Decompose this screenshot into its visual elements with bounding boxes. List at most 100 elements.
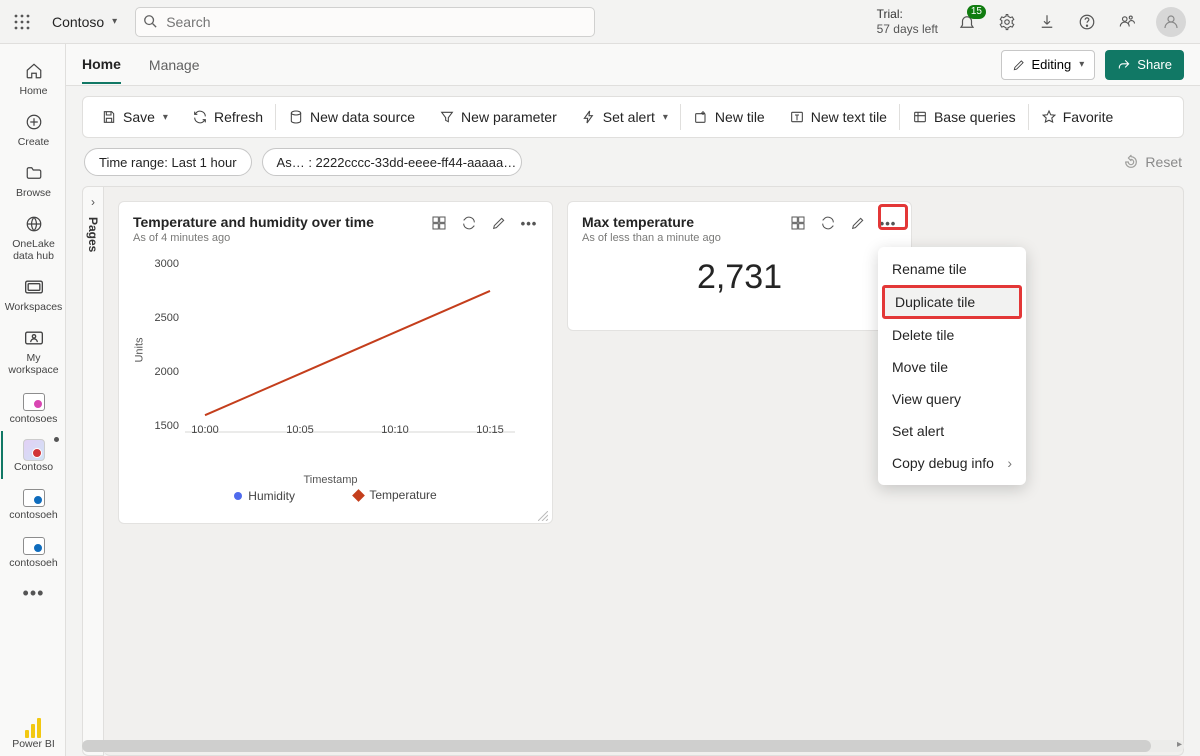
tab-home[interactable]: Home (82, 46, 121, 84)
y-tick: 3000 (149, 258, 179, 270)
ellipsis-icon: ••• (23, 583, 45, 604)
download-icon[interactable] (1036, 11, 1058, 33)
user-avatar[interactable] (1156, 7, 1186, 37)
resize-handle-icon[interactable] (538, 509, 548, 519)
edit-tile-icon[interactable] (849, 214, 867, 232)
rail-workspaces[interactable]: Workspaces (1, 268, 65, 319)
more-tile-icon[interactable]: ••• (520, 214, 538, 232)
rail-contosoeh-2[interactable]: contosoeh (1, 527, 65, 575)
ribbon-tabs: Home Manage Editing ▾ Share (66, 44, 1200, 86)
queries.icon (912, 109, 928, 125)
search-input[interactable] (135, 7, 595, 37)
chevron-down-icon: ▾ (112, 16, 117, 27)
chevron-down-icon: ▾ (663, 112, 668, 123)
ctx-rename-tile[interactable]: Rename tile (878, 253, 1026, 285)
app-launcher-icon[interactable] (10, 10, 34, 34)
rail-my-workspace[interactable]: My workspace (1, 319, 65, 382)
rail-onelake[interactable]: OneLake data hub (1, 205, 65, 268)
ctx-view-query[interactable]: View query (878, 383, 1026, 415)
share-button[interactable]: Share (1105, 50, 1184, 80)
rail-contosoes[interactable]: contosoes (1, 383, 65, 431)
new-parameter-button[interactable]: New parameter (427, 97, 569, 137)
rail-home[interactable]: Home (1, 52, 65, 103)
plot-area: 10:00 10:05 10:10 10:15 (185, 264, 515, 432)
workspace-dropdown[interactable]: Contoso ▾ (44, 10, 125, 34)
y-tick: 2500 (149, 312, 179, 324)
my-workspace-icon (23, 327, 45, 349)
rail-browse[interactable]: Browse (1, 154, 65, 205)
ctx-copy-debug[interactable]: Copy debug info› (878, 447, 1026, 479)
tile-max-temperature[interactable]: Max temperature As of less than a minute… (567, 201, 912, 331)
ctx-delete-tile[interactable]: Delete tile (878, 319, 1026, 351)
kpi-value: 2,731 (582, 244, 897, 297)
folder-icon (23, 162, 45, 184)
dashboard-stage: › Pages Temperature and humidity over ti… (66, 186, 1200, 756)
legend-temperature: Temperature (354, 488, 436, 502)
contosoeh-icon (23, 535, 45, 557)
scrollbar-thumb[interactable] (82, 740, 1151, 752)
header-right: Trial: 57 days left 15 (877, 7, 1190, 37)
share-icon (1117, 58, 1131, 72)
tile-title: Temperature and humidity over time (133, 214, 374, 230)
search-icon (143, 14, 157, 31)
refresh-tile-icon[interactable] (819, 214, 837, 232)
favorite-button[interactable]: Favorite (1029, 97, 1126, 137)
reset-button[interactable]: Reset (1123, 154, 1182, 170)
edit-tile-icon[interactable] (490, 214, 508, 232)
contoso-icon (23, 439, 45, 461)
ctx-duplicate-tile[interactable]: Duplicate tile (882, 285, 1022, 319)
explore-icon[interactable] (789, 214, 807, 232)
y-tick: 1500 (149, 420, 179, 432)
y-tick: 2000 (149, 366, 179, 378)
help-icon[interactable] (1076, 11, 1098, 33)
refresh-button[interactable]: Refresh (180, 97, 275, 137)
legend-humidity: Humidity (234, 489, 295, 503)
tile-subtitle: As of less than a minute ago (582, 232, 721, 244)
star-icon (1041, 109, 1057, 125)
editing-dropdown[interactable]: Editing ▾ (1001, 50, 1096, 80)
refresh-tile-icon[interactable] (460, 214, 478, 232)
contosoes-icon (23, 391, 45, 413)
scroll-right-icon[interactable]: ▸ (1177, 739, 1182, 750)
workspace-name: Contoso (52, 14, 104, 30)
pages-panel-toggle[interactable]: › Pages (82, 186, 104, 756)
horizontal-scrollbar[interactable]: ◂ ▸ (82, 740, 1184, 752)
rail-create[interactable]: Create (1, 103, 65, 154)
set-alert-button[interactable]: Set alert ▾ (569, 97, 680, 137)
base-queries-button[interactable]: Base queries (900, 97, 1028, 137)
rail-power-bi[interactable]: Power BI (1, 708, 65, 756)
filter-icon (439, 109, 455, 125)
new-text-tile-button[interactable]: New text tile (777, 97, 899, 137)
feedback-icon[interactable] (1116, 11, 1138, 33)
unsaved-dot-icon (54, 437, 59, 442)
tab-manage[interactable]: Manage (149, 47, 200, 83)
reset-icon (1123, 154, 1139, 170)
notifications-icon[interactable]: 15 (956, 11, 978, 33)
new-data-source-button[interactable]: New data source (276, 97, 427, 137)
chip-time-range[interactable]: Time range: Last 1 hour (84, 148, 252, 176)
pencil-icon (1012, 58, 1026, 72)
pages-label: Pages (86, 217, 100, 252)
ctx-set-alert[interactable]: Set alert (878, 415, 1026, 447)
rail-more[interactable]: ••• (1, 575, 65, 610)
save-button[interactable]: Save ▾ (89, 97, 180, 137)
tile-title: Max temperature (582, 214, 721, 230)
top-header: Contoso ▾ Trial: 57 days left 15 (0, 0, 1200, 44)
x-tick: 10:00 (191, 424, 219, 436)
more-tile-icon[interactable]: ••• (879, 214, 897, 232)
chip-as-parameter[interactable]: As… : 2222cccc-33dd-eeee-ff44-aaaaa… (262, 148, 522, 176)
chevron-down-icon: ▾ (1079, 59, 1084, 70)
rail-contoso[interactable]: Contoso (1, 431, 65, 479)
tile-temp-humidity[interactable]: Temperature and humidity over time As of… (118, 201, 553, 524)
new-tile-button[interactable]: New tile (681, 97, 777, 137)
dashboard-canvas: Temperature and humidity over time As of… (104, 186, 1184, 756)
x-tick: 10:05 (286, 424, 314, 436)
ctx-move-tile[interactable]: Move tile (878, 351, 1026, 383)
bolt-icon (581, 109, 597, 125)
settings-icon[interactable] (996, 11, 1018, 33)
x-tick: 10:15 (476, 424, 504, 436)
rail-contosoeh-1[interactable]: contosoeh (1, 479, 65, 527)
legend-marker-icon (234, 492, 242, 500)
onelake-icon (23, 213, 45, 235)
explore-icon[interactable] (430, 214, 448, 232)
